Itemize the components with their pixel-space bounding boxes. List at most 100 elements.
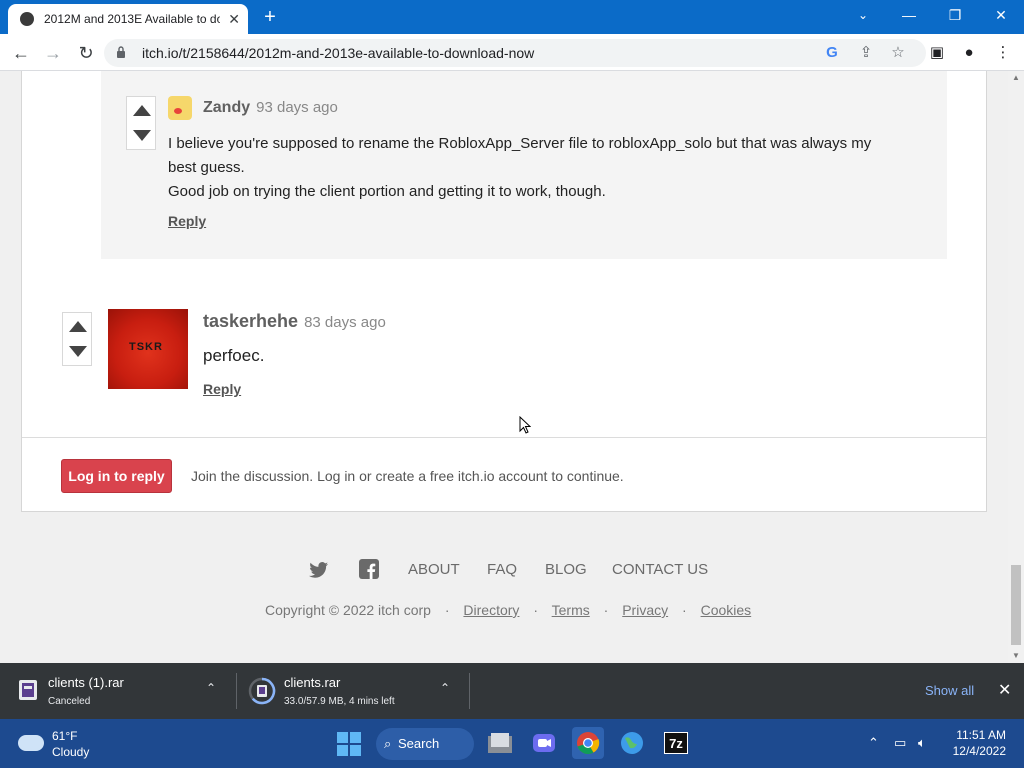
footer-link-blog[interactable]: BLOG <box>545 561 587 578</box>
vote-widget <box>126 96 156 150</box>
footer-link-contact[interactable]: CONTACT US <box>612 561 708 578</box>
footer-link-cookies[interactable]: Cookies <box>701 602 752 618</box>
lock-icon <box>117 46 125 58</box>
upvote-icon[interactable] <box>69 321 87 332</box>
downvote-icon[interactable] <box>69 346 87 357</box>
windows-taskbar: 61°F Cloudy ⌕ Search 7z ⌃ ▭ 🔈︎ 11:51 AM … <box>0 719 1024 768</box>
google-lens-icon[interactable]: G <box>822 43 842 63</box>
back-button[interactable]: ← <box>8 40 34 66</box>
close-shelf-icon[interactable]: ✕ <box>998 680 1011 700</box>
login-to-reply-button[interactable]: Log in to reply <box>61 459 172 493</box>
7zip-icon[interactable]: 7z <box>660 727 692 759</box>
search-icon: ⌕ <box>384 736 392 751</box>
side-panel-icon[interactable]: ▣ <box>926 42 948 64</box>
avatar[interactable]: TSKR <box>108 309 188 389</box>
comments-card: Zandy 93 days ago I believe you're suppos… <box>21 71 987 512</box>
share-icon[interactable]: ⇪ <box>856 43 876 63</box>
start-button-windows-icon[interactable] <box>337 732 361 756</box>
file-explorer-icon[interactable] <box>484 727 516 759</box>
browser-toolbar: ← → ↻ itch.io/t/2158644/2012m-and-2013e-… <box>0 34 1024 71</box>
footer-nav: ABOUT FAQ BLOG CONTACT US <box>0 559 1008 583</box>
bookmark-star-icon[interactable]: ☆ <box>888 43 908 63</box>
nested-reply: Zandy 93 days ago I believe you're suppos… <box>101 71 947 259</box>
join-discussion-text: Join the discussion. Log in or create a … <box>191 468 624 484</box>
download-item[interactable]: clients.rar 33.0/57.9 MB, 4 mins left ⌃ <box>236 663 470 719</box>
minimize-button[interactable]: — <box>886 0 932 30</box>
restore-button[interactable]: ❐ <box>932 0 978 30</box>
copyright-text: Copyright © 2022 itch corp <box>265 602 431 618</box>
clock-date: 12/4/2022 <box>952 744 1006 758</box>
reload-button[interactable]: ↻ <box>73 40 99 66</box>
forward-button[interactable]: → <box>40 40 66 66</box>
search-label: Search <box>398 736 440 751</box>
upvote-icon[interactable] <box>133 105 151 116</box>
comment-timestamp[interactable]: 93 days ago <box>256 99 338 116</box>
cloud-icon <box>18 735 44 751</box>
url-text: itch.io/t/2158644/2012m-and-2013e-availa… <box>142 45 535 61</box>
download-filename: clients (1).rar <box>48 675 124 690</box>
download-status: 33.0/57.9 MB, 4 mins left <box>284 696 395 707</box>
twitter-icon[interactable] <box>309 561 329 579</box>
profile-icon[interactable]: ● <box>958 42 980 64</box>
downvote-icon[interactable] <box>133 130 151 141</box>
footer-link-terms[interactable]: Terms <box>552 602 590 618</box>
divider <box>22 437 986 438</box>
separator: · <box>603 602 609 618</box>
tab-search-chevron-icon[interactable]: ⌄ <box>840 0 886 30</box>
avatar-label: TSKR <box>129 341 163 353</box>
chevron-up-icon[interactable]: ⌃ <box>440 681 450 695</box>
facebook-icon[interactable] <box>359 559 379 579</box>
close-window-button[interactable]: ✕ <box>978 0 1024 30</box>
weather-condition: Cloudy <box>52 745 90 759</box>
copyright-line: Copyright © 2022 itch corp · Directory ·… <box>265 602 751 618</box>
rar-file-icon <box>19 680 37 700</box>
scroll-up-icon[interactable]: ▲ <box>1012 73 1020 82</box>
download-item[interactable]: clients (1).rar Canceled ⌃ <box>0 663 236 719</box>
comment-author[interactable]: Zandy <box>203 99 250 116</box>
footer-link-directory[interactable]: Directory <box>463 602 519 618</box>
volume-icon[interactable]: 🔈︎ <box>918 735 926 751</box>
footer-link-about[interactable]: ABOUT <box>408 561 460 578</box>
page-viewport: Zandy 93 days ago I believe you're suppos… <box>0 71 1008 663</box>
address-bar[interactable]: itch.io/t/2158644/2012m-and-2013e-availa… <box>104 39 926 67</box>
browser-tab[interactable]: 2012M and 2013E Available to do ✕ <box>8 4 248 34</box>
taskbar-clock[interactable]: 11:51 AM 12/4/2022 <box>952 727 1006 759</box>
show-all-downloads-button[interactable]: Show all <box>925 683 974 698</box>
chrome-taskbar-icon[interactable] <box>572 727 604 759</box>
vote-widget <box>62 312 92 366</box>
weather-temp: 61°F <box>52 729 78 743</box>
meet-chat-icon[interactable] <box>528 727 560 759</box>
tab-title: 2012M and 2013E Available to do <box>44 12 221 26</box>
clock-time: 11:51 AM <box>956 728 1006 742</box>
mouse-cursor-icon <box>519 416 531 434</box>
chevron-up-icon[interactable]: ⌃ <box>206 681 216 695</box>
show-hidden-icons-chevron-icon[interactable]: ⌃ <box>868 735 879 751</box>
browser-tab-strip: 2012M and 2013E Available to do ✕ + ⌄ — … <box>0 0 1024 34</box>
download-status: Canceled <box>48 696 91 707</box>
footer-link-privacy[interactable]: Privacy <box>622 602 668 618</box>
reply-link[interactable]: Reply <box>203 381 241 397</box>
separator: · <box>444 602 450 618</box>
scrollbar-thumb[interactable] <box>1011 565 1021 645</box>
separator: · <box>533 602 538 618</box>
menu-kebab-icon[interactable]: ⋮ <box>992 42 1014 64</box>
comment-author[interactable]: taskerhehe <box>203 311 298 331</box>
download-filename: clients.rar <box>284 675 341 690</box>
comment-line: best guess. <box>168 159 245 176</box>
network-icon[interactable]: ▭ <box>894 735 906 751</box>
new-tab-button[interactable]: + <box>258 5 282 29</box>
close-tab-icon[interactable]: ✕ <box>228 11 240 28</box>
globe-app-icon[interactable] <box>616 727 648 759</box>
comment-line: Good job on trying the client portion an… <box>168 183 606 200</box>
taskbar-search-button[interactable]: ⌕ Search <box>376 728 474 760</box>
download-progress-icon <box>248 677 276 705</box>
divider <box>469 673 470 709</box>
footer-link-faq[interactable]: FAQ <box>487 561 517 578</box>
page-scrollbar[interactable]: ▲ ▼ <box>1008 71 1024 663</box>
reply-link[interactable]: Reply <box>168 213 206 229</box>
comment-body: I believe you're supposed to rename the … <box>168 132 871 204</box>
scroll-down-icon[interactable]: ▼ <box>1012 651 1020 660</box>
download-shelf: clients (1).rar Canceled ⌃ clients.rar 3… <box>0 663 1024 719</box>
comment-timestamp[interactable]: 83 days ago <box>304 314 386 331</box>
avatar <box>168 96 192 120</box>
